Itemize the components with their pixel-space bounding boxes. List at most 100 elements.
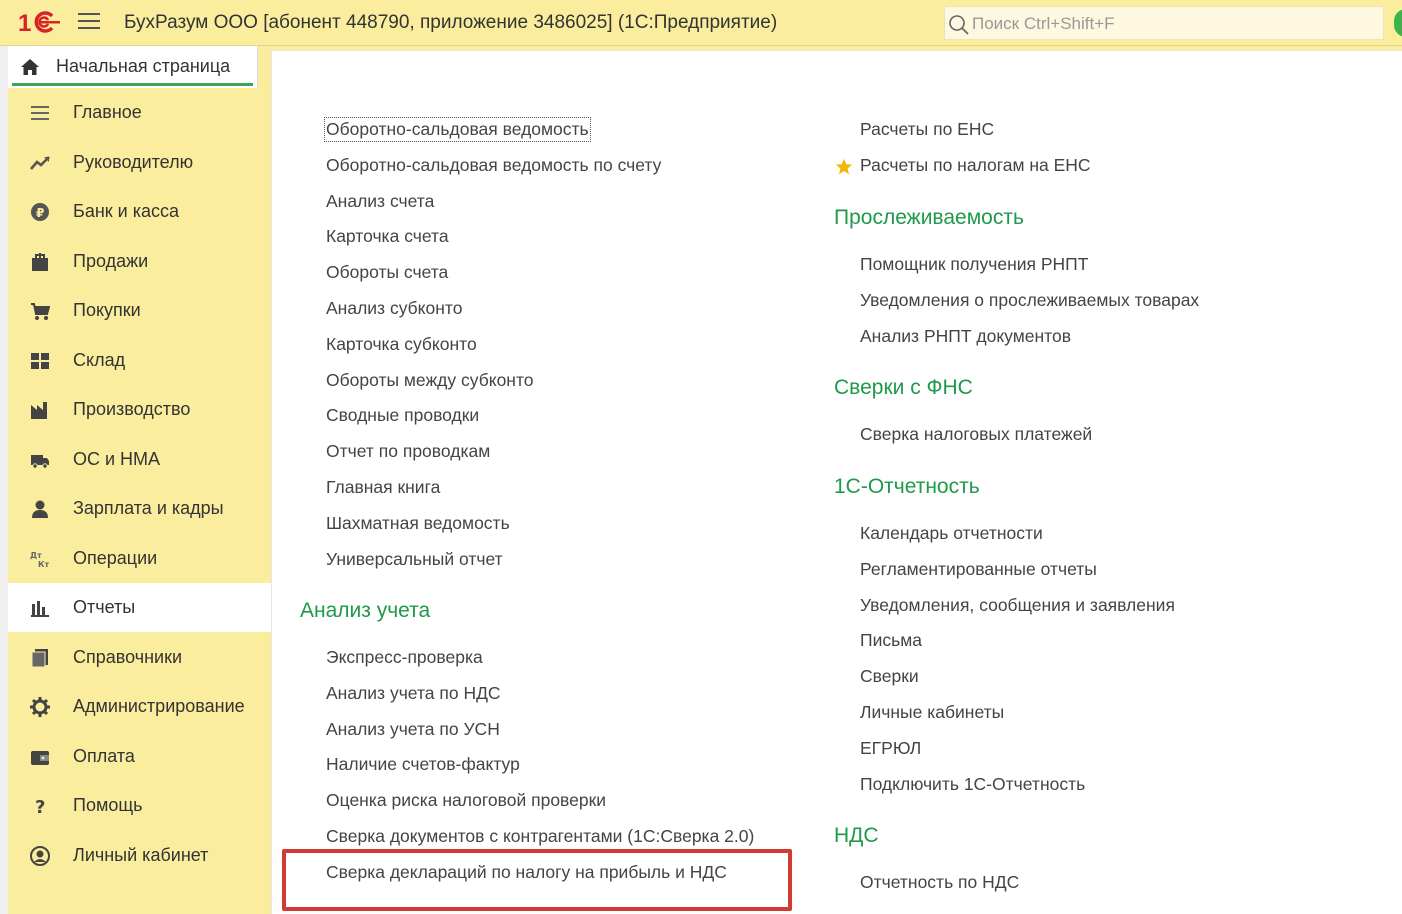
sidebar-item-label: Оплата [73, 745, 135, 766]
sidebar-item[interactable]: Производство [8, 385, 271, 434]
report-link[interactable]: Уведомления о прослеживаемых товарах [860, 290, 1199, 311]
search-input[interactable]: Поиск Ctrl+Shift+F [944, 6, 1384, 40]
report-link[interactable]: Расчеты по ЕНС [860, 119, 994, 140]
report-link[interactable]: Универсальный отчет [326, 549, 503, 570]
truck-icon [31, 454, 49, 469]
sidebar-item[interactable]: ₽ Банк и касса [8, 187, 271, 236]
section-heading: НДС [834, 824, 879, 847]
sidebar-item-label: ОС и НМА [73, 448, 161, 469]
wallet-icon [31, 750, 49, 765]
report-link[interactable]: Регламентированные отчеты [860, 559, 1097, 580]
report-link[interactable]: Уведомления, сообщения и заявления [860, 595, 1175, 616]
report-link[interactable]: Отчетность по НДС [860, 872, 1019, 893]
shopping-bag-icon [32, 252, 48, 271]
report-link[interactable]: Письма [860, 630, 922, 651]
search-icon [949, 15, 969, 35]
favorite-star-icon[interactable] [835, 158, 853, 176]
sidebar-item-label: Склад [73, 349, 126, 370]
sidebar-item-label: Продажи [73, 250, 149, 271]
sidebar-item-label: Отчеты [73, 597, 136, 617]
sidebar-item[interactable]: Оплата [8, 732, 271, 781]
sidebar-item[interactable]: Администрирование [8, 682, 271, 731]
report-link[interactable]: Наличие счетов-фактур [326, 754, 520, 775]
svg-text:?: ? [35, 797, 45, 816]
report-link[interactable]: Главная книга [326, 477, 440, 498]
bar-chart-icon [31, 601, 49, 617]
sidebar-item-label: Помощь [73, 795, 143, 815]
sidebar-item[interactable]: Руководителю [8, 138, 271, 187]
report-link[interactable]: ЕГРЮЛ [860, 738, 921, 759]
factory-icon [31, 402, 47, 419]
tab-home[interactable]: Начальная страница [8, 46, 258, 88]
books-icon [31, 648, 48, 667]
report-link[interactable]: Сводные проводки [326, 405, 479, 426]
section-heading: 1С-Отчетность [834, 475, 980, 498]
report-link[interactable]: Оценка риска налоговой проверки [326, 790, 606, 811]
report-link[interactable]: Оборотно-сальдовая ведомость по счету [326, 155, 661, 176]
report-link[interactable]: Шахматная ведомость [326, 513, 510, 534]
sidebar-item[interactable]: ? Помощь [8, 781, 271, 830]
sidebar-item-label: Производство [73, 399, 191, 419]
report-link[interactable]: Обороты счета [326, 262, 448, 283]
search-placeholder: Поиск Ctrl+Shift+F [972, 14, 1115, 33]
gear-icon [30, 697, 50, 717]
report-link[interactable]: Карточка счета [326, 226, 449, 247]
svg-text:Дт: Дт [30, 551, 42, 560]
menu-lines-icon [31, 106, 49, 120]
report-link[interactable]: Отчет по проводкам [326, 441, 490, 462]
sidebar-item[interactable]: Склад [8, 336, 271, 385]
report-link[interactable]: Анализ РНПТ документов [860, 326, 1071, 347]
sidebar-item[interactable]: Главное [8, 88, 271, 137]
sidebar-item-label: Операции [73, 547, 158, 568]
report-link[interactable]: Анализ учета по НДС [326, 683, 501, 704]
report-link[interactable]: Сверка документов с контрагентами (1С:Св… [326, 826, 754, 847]
dt-kt-icon: ДтКт [30, 551, 50, 569]
section-heading: Анализ учета [300, 599, 431, 622]
sidebar: Главное Руководителю ₽ Банк и касса Продажи П… [8, 88, 271, 914]
ruble-coin-icon: ₽ [31, 203, 49, 221]
highlight-box [282, 849, 792, 911]
svg-text:1: 1 [18, 10, 31, 35]
report-link[interactable]: Анализ учета по УСН [326, 719, 500, 740]
sidebar-item[interactable]: Продажи [8, 237, 271, 286]
sidebar-item-label: Покупки [73, 300, 141, 320]
main-menu-icon[interactable] [78, 13, 100, 31]
report-link[interactable]: Обороты между субконто [326, 370, 534, 391]
title-bar: 1 БухРазум ООО [абонент 448790, приложен… [0, 0, 1402, 46]
sidebar-item-label: Администрирование [73, 696, 245, 716]
report-link[interactable]: Карточка субконто [326, 334, 477, 355]
sidebar-item-label: Зарплата и кадры [73, 498, 224, 518]
sidebar-item-label: Руководителю [73, 151, 194, 172]
sidebar-item[interactable]: Покупки [8, 286, 271, 335]
sidebar-item[interactable]: Отчеты [8, 583, 271, 632]
status-indicator[interactable] [1394, 9, 1402, 37]
report-link[interactable]: Помощник получения РНПТ [860, 254, 1088, 275]
sidebar-item-label: Личный кабинет [73, 844, 209, 865]
user-circle-icon [30, 845, 50, 866]
sidebar-item[interactable]: Зарплата и кадры [8, 484, 271, 533]
sidebar-item-label: Главное [73, 102, 142, 122]
active-tab-underline [12, 83, 253, 86]
report-link[interactable]: Подключить 1С-Отчетность [860, 774, 1085, 795]
sidebar-item[interactable]: Справочники [8, 633, 271, 682]
svg-text:₽: ₽ [36, 206, 44, 220]
report-link[interactable]: Экспресс-проверка [326, 647, 483, 668]
home-icon [21, 59, 39, 75]
report-link[interactable]: Анализ субконто [326, 298, 462, 319]
report-link[interactable]: Календарь отчетности [860, 523, 1043, 544]
cart-icon [31, 303, 50, 320]
report-link[interactable]: Оборотно-сальдовая ведомость [324, 117, 591, 142]
warehouse-grid-icon [31, 352, 49, 369]
report-link[interactable]: Сверка налоговых платежей [860, 424, 1092, 445]
section-heading: Прослеживаемость [834, 206, 1024, 229]
sidebar-item[interactable]: Дт Кт Операции [8, 534, 271, 583]
1c-logo-icon[interactable]: 1 [18, 9, 60, 35]
sidebar-item[interactable]: ОС и НМА [8, 435, 271, 484]
sidebar-item[interactable]: Личный кабинет [8, 831, 271, 880]
svg-text:Кт: Кт [38, 560, 50, 569]
sidebar-item-label: Справочники [73, 646, 183, 667]
report-link[interactable]: Личные кабинеты [860, 702, 1004, 723]
report-link[interactable]: Анализ счета [326, 191, 434, 212]
report-link[interactable]: Расчеты по налогам на ЕНС [860, 155, 1091, 176]
report-link[interactable]: Сверки [860, 666, 919, 687]
